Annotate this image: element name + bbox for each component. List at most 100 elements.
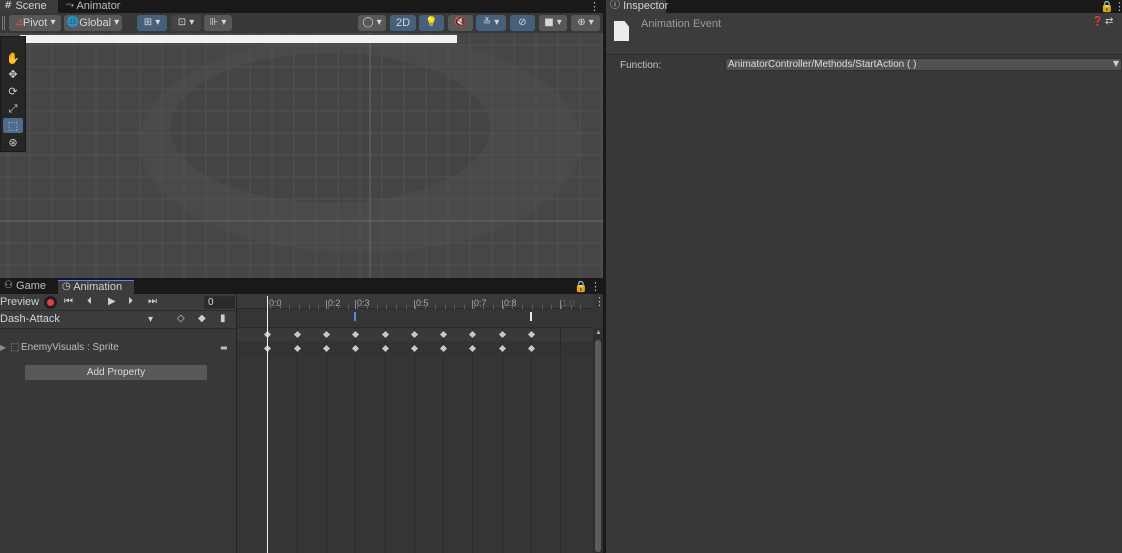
lock-icon[interactable]: 🔒	[574, 280, 588, 293]
skip-start-icon: ⏮	[64, 296, 73, 307]
playback-controls: Preview ⏮ ⏴ ▶ ⏵ ⏭ 0	[0, 294, 236, 311]
scale-tool[interactable]: ⤢	[3, 101, 23, 116]
view-tool[interactable]: ✋	[3, 51, 23, 66]
transform-tool[interactable]: ⊛	[3, 135, 23, 150]
gamepad-icon: ⚇	[4, 280, 13, 292]
time-subtick	[328, 305, 329, 309]
chevron-down-icon: ▾	[221, 17, 227, 29]
snap-increment-button[interactable]: ⊡ ▾	[171, 15, 201, 31]
time-subtick	[542, 305, 543, 309]
property-options-icon[interactable]: ▬	[220, 344, 228, 352]
snap-icon: ⊡	[177, 17, 187, 29]
selected-sprite-bar	[20, 35, 457, 43]
animator-icon: ⤳	[66, 0, 74, 12]
lighting-toggle[interactable]: 💡	[419, 15, 444, 31]
playhead[interactable]	[267, 296, 268, 553]
time-tick-label: 0:7	[474, 298, 487, 308]
first-key-button[interactable]: ⏮	[64, 297, 73, 307]
add-event-icon: ▮	[220, 313, 226, 324]
animation-more-icon[interactable]: ⋮	[590, 280, 601, 293]
time-subtick	[512, 305, 513, 309]
dopesheet[interactable]: ▲ ⋮	[237, 294, 605, 553]
move-icon: ✥	[8, 68, 18, 81]
scroll-up-icon[interactable]: ▲	[595, 329, 602, 336]
timeline-gridline	[414, 328, 415, 553]
effects-dropdown[interactable]: ≚ ▾	[476, 15, 506, 31]
time-subtick	[396, 305, 397, 309]
scroll-thumb[interactable]	[595, 340, 601, 552]
pivot-icon: ⊿	[14, 17, 23, 29]
function-value: AnimatorController/Methods/StartAction (…	[728, 59, 917, 70]
inspector-header: Animation Event ❓ ⇄	[606, 13, 1122, 55]
globe-icon: 🌐	[66, 17, 80, 29]
record-button[interactable]	[44, 296, 57, 309]
2d-toggle[interactable]: 2D	[390, 15, 416, 31]
inspector-title: Animation Event	[641, 18, 722, 30]
add-property-button[interactable]: Add Property	[25, 365, 207, 380]
gizmos-dropdown[interactable]: ⊕ ▾	[571, 15, 600, 31]
time-subtick	[532, 305, 533, 309]
property-label: EnemyVisuals : Sprite	[21, 342, 119, 353]
add-keyframe-button[interactable]: ◇	[177, 314, 185, 324]
tab-game[interactable]: ⚇ Game	[0, 280, 52, 294]
visibility-toggle[interactable]: ⊘	[510, 15, 535, 31]
clip-dropdown[interactable]: Dash-Attack ▾	[0, 312, 162, 327]
function-label: Function:	[620, 60, 662, 71]
time-subtick	[280, 305, 281, 309]
function-dropdown[interactable]: AnimatorController/Methods/StartAction (…	[725, 58, 1122, 71]
pivot-dropdown[interactable]: ⊿Pivot ▾	[9, 15, 61, 31]
scene-more-icon[interactable]: ⋮	[589, 0, 600, 13]
chevron-down-icon: ▾	[189, 17, 195, 29]
expand-arrow-icon[interactable]: ▶	[0, 344, 6, 352]
scene-viewport[interactable]: ✋ ✥ ⟳ ⤢ ⬚ ⊛	[0, 33, 603, 278]
time-tick	[355, 300, 356, 309]
events-row[interactable]	[237, 309, 593, 328]
tab-scene[interactable]: # Scene	[0, 0, 58, 13]
add-key-button[interactable]: ◆	[198, 314, 206, 324]
rotate-icon: ⟳	[8, 85, 18, 98]
property-row[interactable]: ▶ ⬚ EnemyVisuals : Sprite ▬	[0, 342, 236, 356]
camera-dropdown[interactable]: ■ ▾	[539, 15, 567, 31]
2d-label: 2D	[395, 17, 411, 29]
last-key-button[interactable]: ⏭	[148, 297, 157, 307]
help-icon[interactable]: ❓	[1092, 18, 1103, 27]
scene-toolbar: ⊿Pivot ▾ 🌐Global ▾ ⊞ ▾ ⊡ ▾ ⊪ ▾ ◯ ▾ 2D 💡 …	[0, 13, 603, 33]
audio-toggle[interactable]: 🔇	[448, 15, 473, 31]
inspector-more-icon[interactable]: ⋮	[1114, 0, 1122, 13]
dopesheet-scrollbar[interactable]: ▲	[593, 328, 603, 553]
time-subtick	[571, 305, 572, 309]
play-button[interactable]: ▶	[108, 297, 116, 307]
preview-button[interactable]: Preview	[0, 296, 39, 308]
grid-snap-icon: ⊞	[143, 17, 153, 29]
move-tool[interactable]: ✥	[3, 67, 23, 82]
grid-snap-button[interactable]: ⊞ ▾	[137, 15, 167, 31]
sprite-icon: ⬚	[10, 342, 20, 353]
tab-animation-label: Animation	[73, 281, 123, 293]
time-subtick	[367, 305, 368, 309]
animation-event-marker[interactable]	[530, 312, 532, 321]
eye-slash-icon: ⊘	[518, 17, 527, 29]
animation-event-marker[interactable]	[354, 312, 356, 321]
chevron-down-icon: ▾	[376, 17, 382, 29]
time-subtick	[561, 305, 562, 309]
play-icon: ▶	[108, 296, 116, 307]
time-tick-label: 1:0	[562, 298, 575, 308]
time-subtick	[503, 305, 504, 309]
tab-animation[interactable]: ◷ Animation	[58, 280, 134, 294]
add-event-button[interactable]: ▮	[220, 314, 226, 324]
prev-key-button[interactable]: ⏴	[87, 297, 92, 307]
inspector-lock-icon[interactable]: 🔒	[1100, 0, 1114, 13]
add-key-icon: ◆	[198, 313, 206, 324]
tab-animator[interactable]: ⤳ Animator	[62, 0, 132, 13]
draw-mode-button[interactable]: ◯ ▾	[358, 15, 386, 31]
rect-tool[interactable]: ⬚	[3, 118, 23, 133]
frame-field[interactable]: 0	[204, 296, 235, 309]
rotate-tool[interactable]: ⟳	[3, 84, 23, 99]
increment-snap-button[interactable]: ⊪ ▾	[204, 15, 232, 31]
tab-inspector[interactable]: ⓘ Inspector	[606, 0, 668, 13]
settings-icon[interactable]: ⇄	[1105, 17, 1113, 27]
time-subtick	[270, 305, 271, 309]
time-subtick	[377, 305, 378, 309]
next-key-button[interactable]: ⏵	[128, 297, 133, 307]
global-dropdown[interactable]: 🌐Global ▾	[64, 15, 122, 31]
